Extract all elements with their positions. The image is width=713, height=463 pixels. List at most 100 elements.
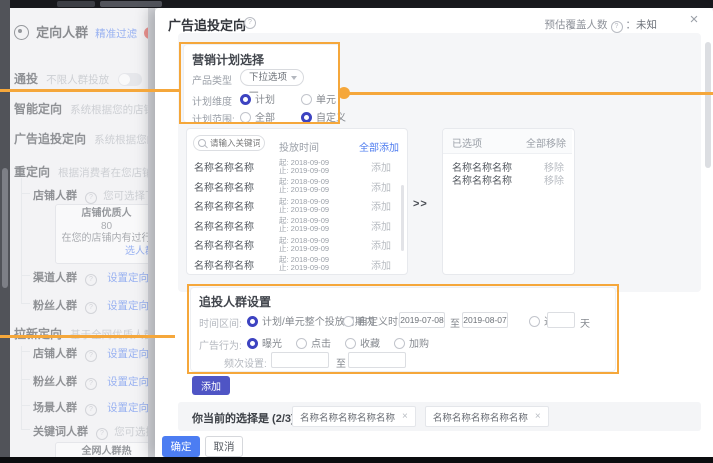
- add-row-button[interactable]: 添加: [371, 159, 391, 174]
- radio-option[interactable]: 自定义: [301, 109, 346, 124]
- radio-icon[interactable]: [247, 316, 258, 327]
- start-date-input[interactable]: 2019-07-08: [399, 312, 445, 328]
- behavior-label: 加购: [409, 339, 429, 350]
- add-button[interactable]: 添加: [192, 376, 230, 395]
- help-icon[interactable]: ?: [85, 192, 97, 204]
- plan-dimension-label: 计划维度: [192, 93, 232, 108]
- plan-row[interactable]: 名称名称名称 起: 2018-09-09 止: 2019-09-09 添加: [187, 216, 405, 236]
- section-title: 追投人群设置: [199, 293, 271, 310]
- end-date: 止: 2019-09-09: [279, 264, 329, 272]
- set-targeting-link[interactable]: 设置定向: [107, 402, 149, 414]
- behavior-option[interactable]: 点击: [296, 335, 331, 350]
- add-row-button[interactable]: 添加: [371, 237, 391, 252]
- ad-retarget-modal: 广告追投定向 ? 预估覆盖人数?：未知 营销计划选择 产品类型 下拉选项一 计划…: [155, 8, 713, 457]
- frequency-max-input[interactable]: [348, 352, 406, 368]
- help-icon[interactable]: ?: [85, 274, 97, 286]
- sidebar-item-ad-retarget[interactable]: 广告追投定向: [14, 132, 86, 146]
- recent-days-input[interactable]: [547, 312, 575, 328]
- sidebar-item-tongtou[interactable]: 通投: [14, 72, 38, 86]
- info-icon[interactable]: ?: [611, 21, 623, 33]
- plan-row[interactable]: 名称名称名称 起: 2018-09-09 止: 2019-09-09 添加: [187, 235, 405, 255]
- sidebar-item-fans-audience-2[interactable]: 粉丝人群: [33, 376, 77, 388]
- plan-row[interactable]: 名称名称名称 起: 2018-09-09 止: 2019-09-09 添加: [187, 177, 405, 197]
- behavior-label: 点击: [311, 339, 331, 350]
- close-icon[interactable]: [686, 12, 702, 28]
- plan-row[interactable]: 名称名称名称 起: 2018-09-09 止: 2019-09-09 添加: [187, 157, 405, 177]
- sidebar-item-shop-audience-2[interactable]: 店铺人群: [33, 348, 77, 360]
- list-scrollbar-thumb[interactable]: [401, 185, 404, 251]
- modal-scrollbar-thumb[interactable]: [705, 42, 711, 168]
- sidebar-item-keyword-audience[interactable]: 关键词人群: [33, 426, 88, 438]
- sidebar-item-scene-audience[interactable]: 场景人群: [33, 402, 77, 414]
- cancel-button[interactable]: 取消: [205, 436, 243, 457]
- plan-dates: 起: 2018-09-09 止: 2019-09-09: [279, 217, 329, 233]
- behavior-option[interactable]: 曝光: [247, 335, 282, 350]
- remove-tag-icon[interactable]: [402, 411, 408, 422]
- selected-tag: 名称名称名称名称名称: [292, 406, 416, 427]
- add-all-link[interactable]: 全部添加: [359, 139, 399, 154]
- radio-icon[interactable]: [301, 112, 312, 123]
- behavior-option[interactable]: 加购: [394, 335, 429, 350]
- radio-icon[interactable]: [345, 338, 356, 349]
- pick-audience-link[interactable]: 选人群: [58, 246, 155, 259]
- plan-row[interactable]: 名称名称名称 起: 2018-09-09 止: 2019-09-09 添加: [187, 255, 405, 275]
- radio-option[interactable]: 全部: [240, 109, 275, 124]
- tree-stub: [21, 405, 30, 406]
- plan-dates: 起: 2018-09-09 止: 2019-09-09: [279, 178, 329, 194]
- add-row-button[interactable]: 添加: [371, 257, 391, 272]
- sidebar-item-retarget[interactable]: 重定向: [14, 165, 50, 179]
- card-desc: 在您的店铺内有过行: [62, 233, 152, 244]
- confirm-button[interactable]: 确定: [162, 436, 200, 457]
- set-targeting-link[interactable]: 设置定向: [107, 376, 149, 388]
- help-icon[interactable]: ?: [85, 302, 97, 314]
- page-scrollbar[interactable]: [0, 0, 10, 463]
- set-targeting-link[interactable]: 设置定向: [107, 348, 149, 360]
- remove-row-button[interactable]: 移除: [544, 172, 564, 187]
- radio-icon[interactable]: [240, 112, 251, 123]
- sidebar-item-channel-audience[interactable]: 渠道人群: [33, 272, 77, 284]
- plan-list-panel: 投放时间 全部添加 名称名称名称 起: 2018-09-09 止: 2019-0…: [186, 128, 408, 275]
- frequency-min-input[interactable]: [271, 352, 329, 368]
- shop-audience-card[interactable]: 店铺优质人 80 在您的店铺内有过行 选人群: [55, 204, 155, 264]
- add-row-button[interactable]: 添加: [371, 218, 391, 233]
- radio-icon[interactable]: [343, 316, 354, 327]
- set-targeting-link[interactable]: 设置定向: [107, 300, 149, 312]
- radio-label: 全部: [255, 113, 275, 124]
- set-targeting-link[interactable]: 设置定向: [107, 272, 149, 284]
- keyword-audience-card[interactable]: 全网人群热 6.07B: [55, 442, 155, 457]
- help-icon[interactable]: ?: [85, 350, 97, 362]
- behavior-label: 收藏: [360, 339, 380, 350]
- end-date: 止: 2019-09-09: [279, 167, 329, 175]
- selected-row[interactable]: 名称名称名称 移除: [443, 172, 572, 185]
- modal-help-icon[interactable]: ?: [244, 17, 256, 29]
- selected-row[interactable]: 名称名称名称 移除: [443, 159, 572, 172]
- radio-option[interactable]: 计划: [240, 91, 275, 106]
- radio-icon[interactable]: [394, 338, 405, 349]
- tongtou-toggle[interactable]: [118, 73, 142, 86]
- add-row-button[interactable]: 添加: [371, 179, 391, 194]
- help-icon[interactable]: ?: [96, 428, 108, 440]
- end-date-input[interactable]: 2019-08-07: [462, 312, 508, 328]
- plan-row[interactable]: 名称名称名称 起: 2018-09-09 止: 2019-09-09 添加: [187, 196, 405, 216]
- product-type-select[interactable]: 下拉选项一: [240, 69, 304, 86]
- help-icon[interactable]: ?: [85, 404, 97, 416]
- remove-all-link[interactable]: 全部移除: [526, 135, 566, 150]
- sidebar-item-shop-audience[interactable]: 店铺人群: [33, 190, 77, 202]
- radio-icon[interactable]: [529, 316, 540, 327]
- remove-tag-icon[interactable]: [535, 411, 541, 422]
- help-icon[interactable]: ?: [85, 378, 97, 390]
- transfer-arrow-icon: >>: [413, 198, 428, 210]
- precise-filter-link[interactable]: 精准过滤: [95, 28, 137, 40]
- add-row-button[interactable]: 添加: [371, 198, 391, 213]
- sidebar-item-smart-targeting[interactable]: 智能定向: [14, 102, 62, 116]
- sidebar-item-laxin[interactable]: 拉新定向: [14, 327, 62, 341]
- radio-icon[interactable]: [301, 94, 312, 105]
- behavior-option[interactable]: 收藏: [345, 335, 380, 350]
- radio-icon[interactable]: [240, 94, 251, 105]
- sidebar-item-fans-audience[interactable]: 粉丝人群: [33, 300, 77, 312]
- radio-icon[interactable]: [296, 338, 307, 349]
- page-scrollbar-thumb[interactable]: [2, 168, 8, 288]
- bottom-black-bar: [0, 457, 713, 463]
- radio-icon[interactable]: [247, 338, 258, 349]
- radio-option[interactable]: 单元: [301, 91, 336, 106]
